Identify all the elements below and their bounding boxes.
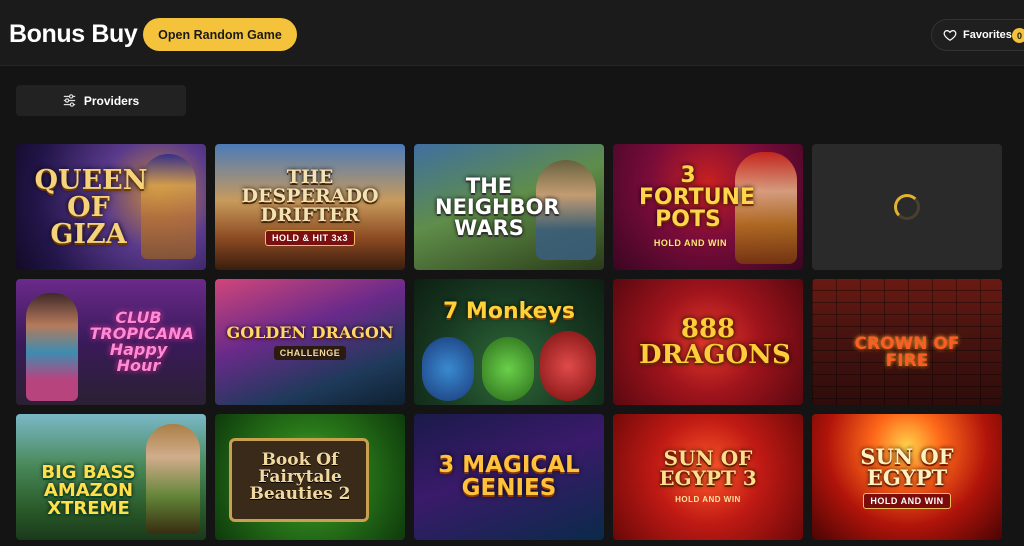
game-title: THE NEIGHBOR WARS	[435, 173, 560, 240]
game-subtitle: HOLD AND WIN	[653, 237, 727, 248]
game-title: 3 FORTUNE POTS	[639, 162, 755, 232]
game-title: 888 DRAGONS	[639, 314, 791, 370]
game-tile[interactable]: BIG BASS AMAZON XTREME	[16, 414, 206, 540]
game-tile[interactable]: SUN OF EGYPT 3 HOLD AND WIN	[613, 414, 803, 540]
favorites-label: Favorites	[963, 29, 1012, 41]
game-subtitle: HOLD AND WIN	[863, 492, 951, 509]
game-title: THE DESPERADO DRIFTER	[241, 166, 379, 226]
game-tile[interactable]: 3 MAGICAL GENIES	[414, 414, 604, 540]
game-subtitle: HOLD AND WIN	[675, 495, 741, 504]
heart-icon	[943, 28, 957, 42]
game-title: 7 Monkeys	[442, 299, 576, 324]
character-figure	[141, 154, 196, 259]
game-subtitle: CHALLENGE	[273, 345, 347, 360]
game-title: Book Of Fairytale Beauties 2	[249, 449, 351, 504]
providers-label: Providers	[83, 93, 140, 108]
game-title: 3 MAGICAL GENIES	[438, 452, 580, 501]
game-tile-loading	[812, 144, 1002, 270]
game-subtitle: HOLD & HIT 3x3	[264, 230, 355, 246]
character-figure	[26, 293, 78, 401]
game-tile[interactable]: SUN OF EGYPT HOLD AND WIN	[812, 414, 1002, 540]
game-tile[interactable]: 888 DRAGONS	[613, 279, 803, 405]
loading-spinner-icon	[894, 194, 920, 220]
top-bar: Bonus Buy Open Random Game Favorites 0	[0, 0, 1024, 66]
game-tile[interactable]: CROWN OF FIRE	[812, 279, 1002, 405]
game-title: SUN OF EGYPT 3	[659, 446, 757, 490]
game-tile[interactable]: CLUB TROPICANA Happy Hour	[16, 279, 206, 405]
game-tile[interactable]: 3 FORTUNE POTS HOLD AND WIN	[613, 144, 803, 270]
character-figure	[146, 424, 200, 534]
favorites-button[interactable]: Favorites 0	[931, 19, 1024, 51]
game-tile[interactable]: 7 Monkeys	[414, 279, 604, 405]
game-title: GOLDEN DRAGON	[226, 322, 394, 342]
favorites-count-badge: 0	[1012, 28, 1024, 43]
game-grid: QUEEN OF GIZA THE DESPERADO DRIFTER HOLD…	[16, 144, 1002, 540]
game-tile[interactable]: THE DESPERADO DRIFTER HOLD & HIT 3x3	[215, 144, 405, 270]
page-title: Bonus Buy	[9, 20, 138, 48]
monkey-figure	[482, 337, 534, 401]
game-title: QUEEN OF GIZA	[34, 164, 148, 250]
game-tile[interactable]: Book Of Fairytale Beauties 2	[215, 414, 405, 540]
game-title: SUN OF EGYPT	[860, 443, 954, 490]
game-title: BIG BASS AMAZON XTREME	[41, 462, 136, 519]
game-tile[interactable]: QUEEN OF GIZA	[16, 144, 206, 270]
monkey-figure	[422, 337, 474, 401]
providers-filter-button[interactable]: Providers	[16, 85, 186, 116]
game-title: CROWN OF FIRE	[854, 334, 960, 371]
game-title: CLUB TROPICANA Happy Hour	[89, 308, 194, 375]
filter-sliders-icon	[63, 94, 76, 107]
open-random-game-button[interactable]: Open Random Game	[143, 18, 297, 51]
monkey-figure	[540, 331, 596, 401]
game-tile[interactable]: GOLDEN DRAGON CHALLENGE	[215, 279, 405, 405]
game-tile[interactable]: THE NEIGHBOR WARS	[414, 144, 604, 270]
